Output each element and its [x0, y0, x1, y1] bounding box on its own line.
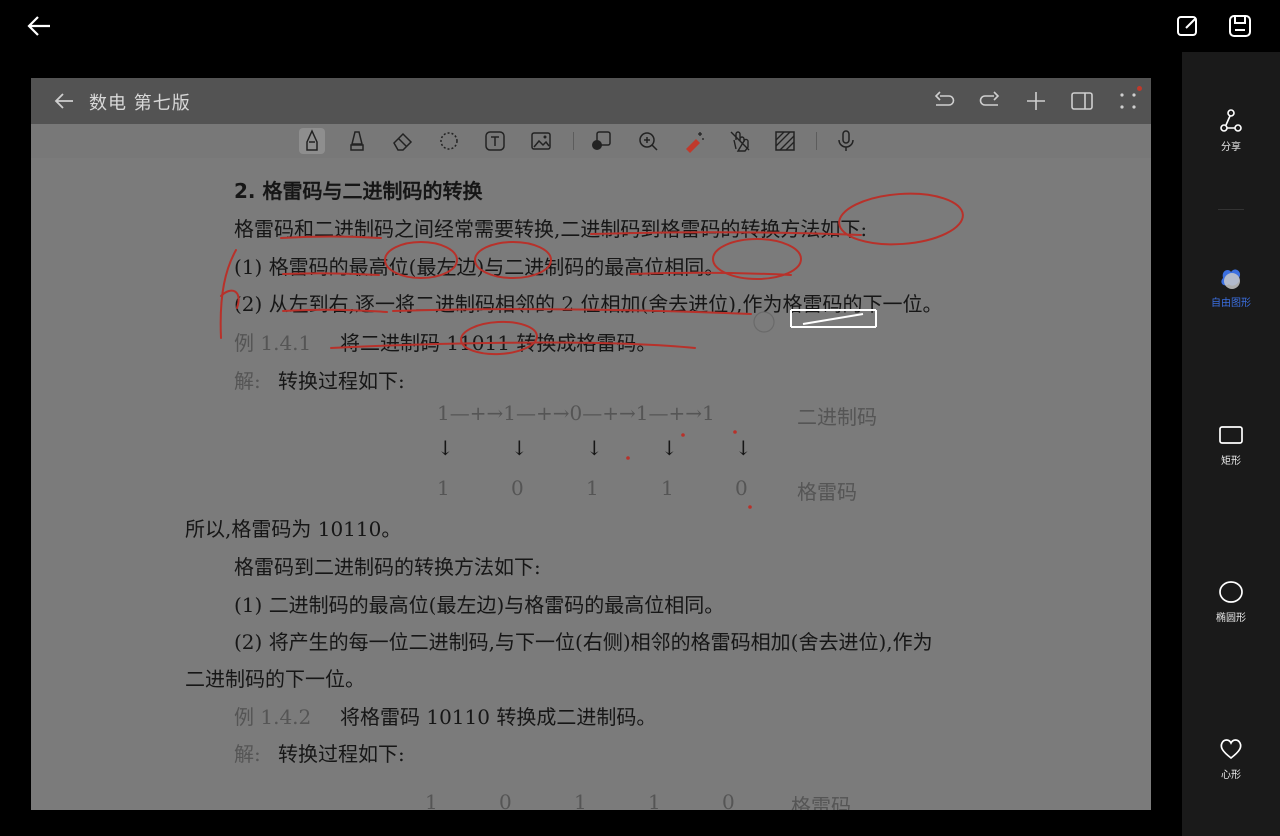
- freeform-shape-icon: [1221, 269, 1241, 289]
- back-arrow-icon[interactable]: [24, 12, 56, 40]
- freeform-shape-button[interactable]: 自由图形: [1182, 264, 1280, 324]
- document-window: 数电 第七版 2. 格雷码与二进制码的转换 格雷码和二进制码之间经常需要转换,二…: [31, 78, 1151, 810]
- ellipse-icon: [1219, 581, 1243, 603]
- rectangle-icon: [1219, 426, 1243, 444]
- heart-icon: [1220, 739, 1242, 760]
- save-icon[interactable]: [1226, 12, 1254, 40]
- share-button[interactable]: 分享: [1182, 108, 1280, 168]
- heart-button[interactable]: 心形: [1182, 736, 1280, 796]
- ellipse-label: 椭圆形: [1216, 613, 1246, 624]
- rectangle-button[interactable]: 矩形: [1182, 422, 1280, 482]
- ellipse-button[interactable]: 椭圆形: [1182, 579, 1280, 639]
- freeform-shape-label: 自由图形: [1211, 298, 1251, 309]
- edit-icon[interactable]: [1174, 12, 1202, 40]
- heart-label: 心形: [1221, 770, 1241, 781]
- handwritten-annotations: [219, 192, 964, 509]
- sidebar-divider: [1218, 209, 1244, 210]
- share-label: 分享: [1221, 142, 1241, 153]
- rectangle-label: 矩形: [1221, 456, 1241, 467]
- shape-sidebar: 分享 自由图形 矩形 椭圆形 心形: [1182, 52, 1280, 836]
- share-icon: [1220, 109, 1242, 132]
